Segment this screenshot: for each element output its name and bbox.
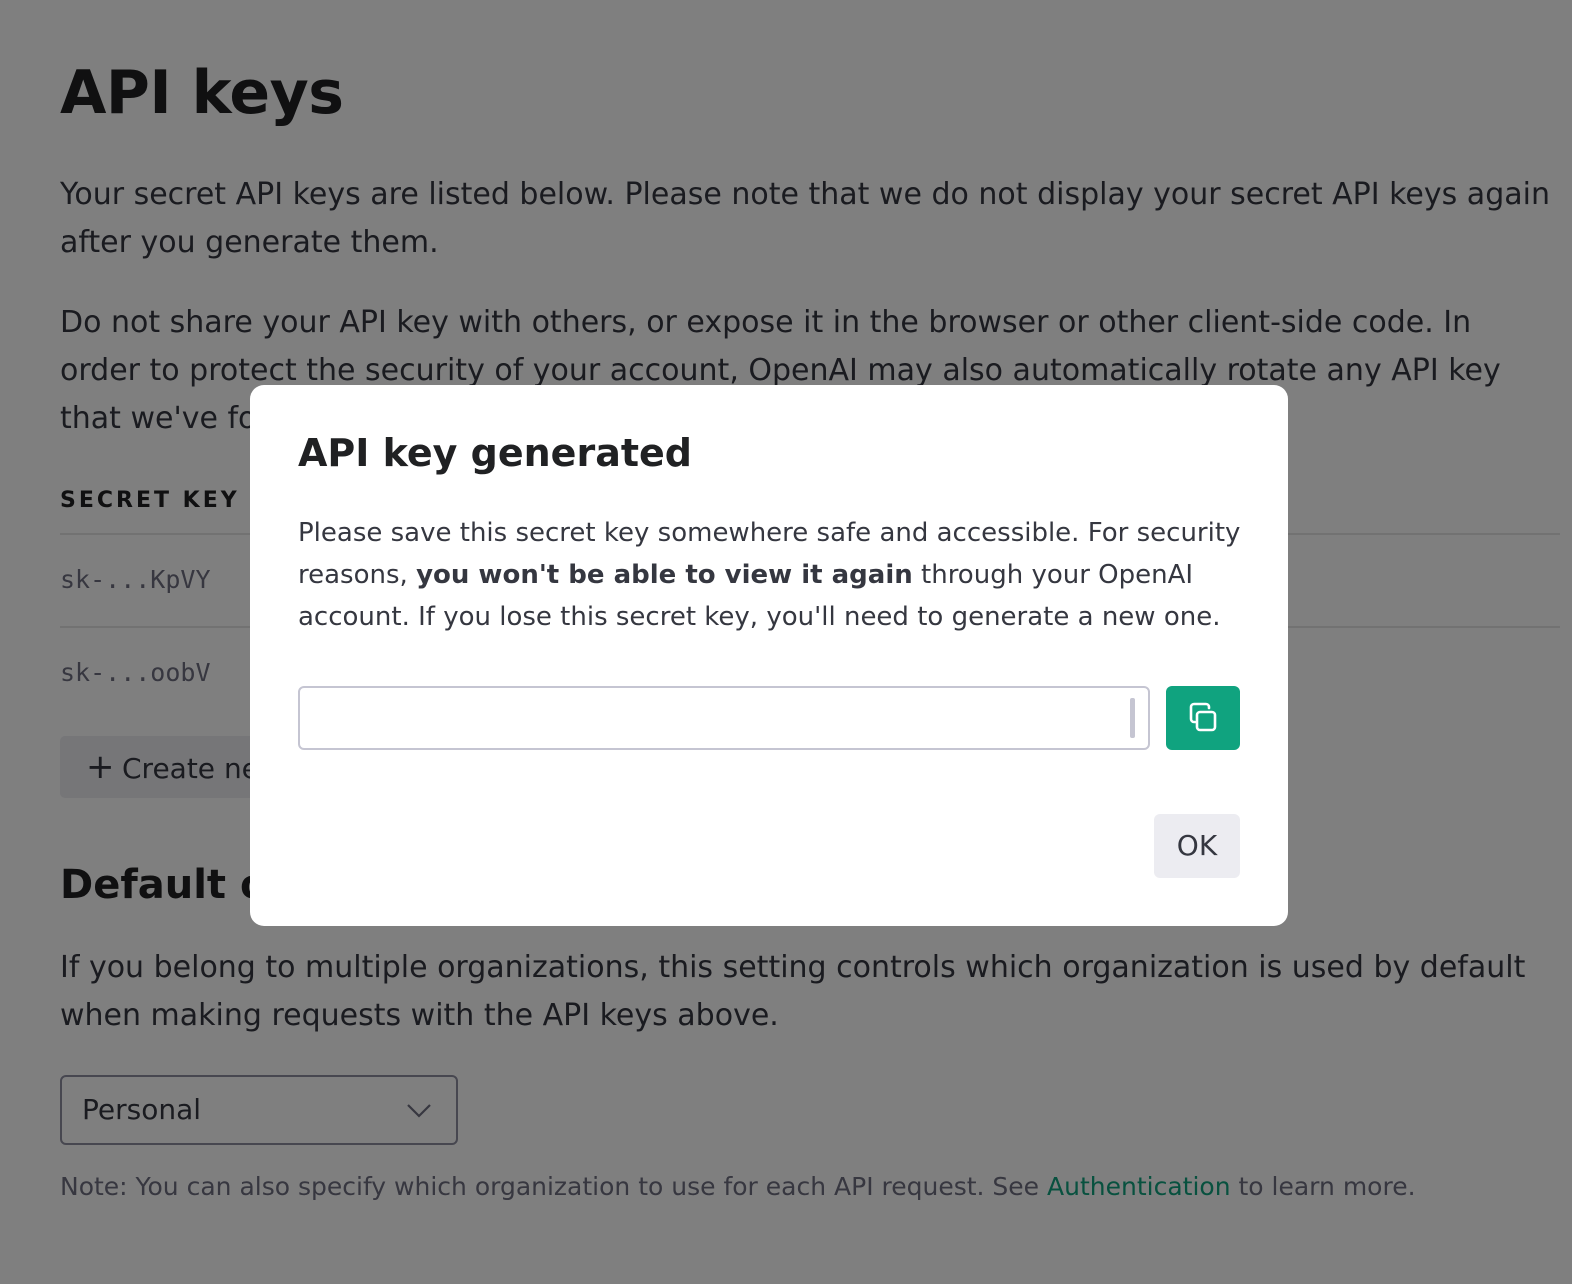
copy-key-button[interactable] — [1166, 686, 1240, 750]
dialog-title: API key generated — [298, 431, 692, 475]
generated-key-field[interactable] — [298, 686, 1150, 750]
key-field-scrollbar — [1130, 698, 1135, 738]
api-key-generated-dialog: API key generated Please save this secre… — [250, 385, 1288, 926]
dialog-description: Please save this secret key somewhere sa… — [298, 512, 1248, 638]
dialog-desc-warning: you won't be able to view it again — [416, 560, 913, 590]
ok-button[interactable]: OK — [1154, 814, 1240, 878]
copy-icon — [1189, 702, 1217, 732]
